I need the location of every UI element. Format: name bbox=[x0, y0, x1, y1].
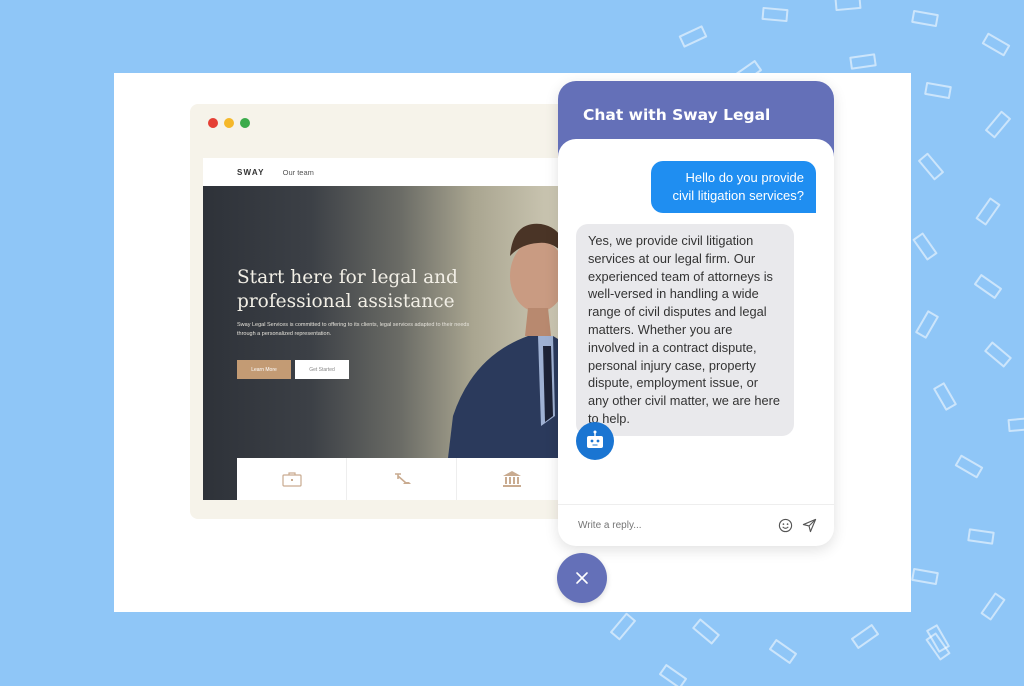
window-minimize-dot bbox=[224, 118, 234, 128]
chat-messages: Hello do you provide civil litigation se… bbox=[558, 139, 834, 504]
confetti-shape bbox=[678, 25, 708, 48]
emoji-button[interactable] bbox=[776, 517, 794, 535]
hero-section: Start here for legal and professional as… bbox=[203, 186, 563, 500]
briefcase-icon bbox=[281, 472, 302, 487]
close-icon bbox=[576, 572, 588, 584]
confetti-shape bbox=[924, 81, 952, 100]
confetti-shape bbox=[911, 9, 939, 28]
learn-more-button[interactable]: Learn More bbox=[237, 360, 291, 379]
user-message: Hello do you provide civil litigation se… bbox=[651, 161, 816, 213]
gavel-icon bbox=[394, 473, 411, 484]
confetti-shape bbox=[983, 341, 1013, 368]
hero-description: Sway Legal Services is committed to offe… bbox=[237, 322, 470, 337]
send-icon bbox=[802, 518, 816, 533]
confetti-shape bbox=[917, 152, 945, 181]
send-button[interactable] bbox=[800, 517, 818, 535]
nav-link-our-team[interactable]: Our team bbox=[283, 168, 314, 177]
confetti-shape bbox=[768, 638, 798, 665]
confetti-shape bbox=[954, 454, 984, 479]
window-close-dot bbox=[208, 118, 218, 128]
confetti-shape bbox=[849, 53, 877, 70]
confetti-shape bbox=[980, 592, 1006, 621]
confetti-shape bbox=[761, 6, 789, 23]
site-nav: SWAY Our team bbox=[203, 158, 563, 186]
service-item-business[interactable] bbox=[237, 458, 347, 500]
confetti-shape bbox=[984, 110, 1012, 139]
courthouse-icon bbox=[502, 471, 521, 487]
bot-message: Yes, we provide civil litigation service… bbox=[576, 224, 794, 436]
close-chat-button[interactable] bbox=[557, 553, 607, 603]
reply-input[interactable] bbox=[578, 520, 776, 531]
robot-icon bbox=[587, 430, 603, 448]
confetti-shape bbox=[981, 32, 1011, 57]
confetti-shape bbox=[973, 273, 1003, 300]
confetti-shape bbox=[658, 663, 688, 686]
confetti-shape bbox=[850, 623, 880, 650]
confetti-shape bbox=[975, 197, 1001, 226]
person-photo bbox=[443, 223, 563, 500]
get-started-button[interactable]: Get Started bbox=[295, 360, 349, 379]
confetti-shape bbox=[691, 618, 721, 645]
site-brand[interactable]: SWAY bbox=[237, 168, 265, 177]
service-item-institutional[interactable] bbox=[457, 458, 563, 500]
hero-title: Start here for legal and professional as… bbox=[237, 267, 458, 312]
window-maximize-dot bbox=[240, 118, 250, 128]
services-bar bbox=[237, 458, 563, 500]
chat-widget: Chat with Sway Legal Hello do you provid… bbox=[558, 81, 834, 546]
emoji-icon bbox=[778, 518, 792, 533]
website-preview: SWAY Our team Start here for legal and p… bbox=[203, 158, 563, 500]
bot-avatar bbox=[576, 422, 614, 460]
confetti-shape bbox=[911, 567, 939, 586]
confetti-shape bbox=[834, 0, 862, 12]
confetti-shape bbox=[967, 528, 995, 545]
confetti-shape bbox=[1007, 416, 1024, 433]
service-item-litigation[interactable] bbox=[347, 458, 457, 500]
confetti-shape bbox=[912, 232, 938, 261]
confetti-shape bbox=[932, 381, 958, 412]
confetti-shape bbox=[914, 309, 940, 340]
chat-footer bbox=[558, 504, 834, 546]
chat-title: Chat with Sway Legal bbox=[583, 106, 771, 124]
confetti-shape bbox=[609, 612, 637, 641]
